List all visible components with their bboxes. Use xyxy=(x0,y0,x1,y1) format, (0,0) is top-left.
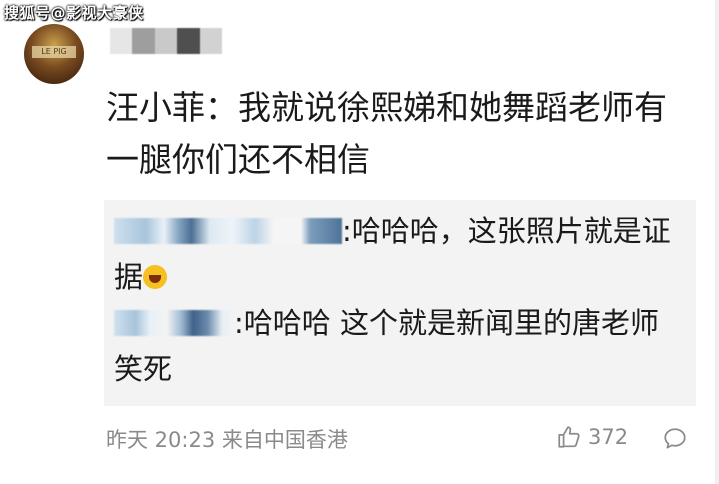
comment-icon[interactable] xyxy=(662,426,688,452)
reply-item[interactable]: :哈哈哈 这个就是新闻里的唐老师 笑死 xyxy=(114,300,684,392)
avatar[interactable]: LE PIG xyxy=(24,24,84,84)
reply-item[interactable]: :哈哈哈，这张照片就是证据 xyxy=(114,208,684,300)
replies-box[interactable]: :哈哈哈，这张照片就是证据 :哈哈哈 这个就是新闻里的唐老师 笑死 xyxy=(104,200,696,406)
scroll-strip xyxy=(715,0,719,484)
blurred-reply-username[interactable] xyxy=(114,218,342,244)
like-button[interactable]: 372 xyxy=(556,424,628,450)
blurred-username[interactable] xyxy=(110,28,223,54)
watermark: 搜狐号@影视大豪侠 xyxy=(4,4,144,22)
blurred-reply-username[interactable] xyxy=(114,310,234,336)
avatar-sign: LE PIG xyxy=(32,46,76,58)
laughing-emoji-icon xyxy=(143,265,168,289)
thumbs-up-icon xyxy=(558,426,580,448)
comment-text: 汪小菲：我就说徐熙娣和她舞蹈老师有一腿你们还不相信 xyxy=(106,88,667,179)
comment-meta: 昨天 20:23 来自中国香港 xyxy=(106,424,348,454)
like-count: 372 xyxy=(588,425,629,449)
timestamp: 昨天 20:23 xyxy=(106,428,216,452)
location: 来自中国香港 xyxy=(221,428,348,452)
